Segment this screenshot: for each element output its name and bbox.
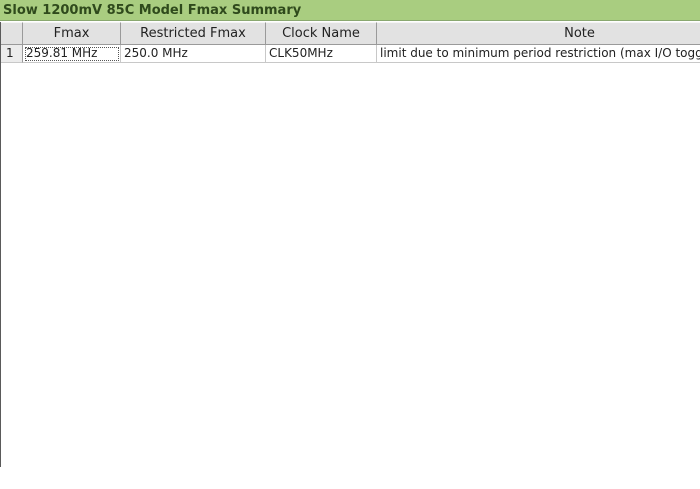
cell-note[interactable]: limit due to minimum period restriction …: [377, 45, 700, 63]
column-header-fmax[interactable]: Fmax: [23, 22, 121, 45]
panel-title: Slow 1200mV 85C Model Fmax Summary: [3, 3, 302, 18]
cell-clock-name[interactable]: CLK50MHz: [266, 45, 377, 63]
bottom-margin: [0, 467, 700, 489]
table-header-row: Fmax Restricted Fmax Clock Name Note: [1, 22, 700, 45]
table-row[interactable]: 1 259.81 MHz 250.0 MHz CLK50MHz limit du…: [1, 45, 700, 63]
fmax-summary-table: Fmax Restricted Fmax Clock Name Note 1 2…: [0, 22, 700, 489]
column-header-note[interactable]: Note: [377, 22, 700, 45]
panel-title-bar: Slow 1200mV 85C Model Fmax Summary: [0, 0, 700, 21]
cell-fmax[interactable]: 259.81 MHz: [23, 45, 121, 63]
column-header-clock-name[interactable]: Clock Name: [266, 22, 377, 45]
row-number: 1: [1, 45, 23, 63]
row-number-header[interactable]: [1, 22, 23, 45]
cell-restricted-fmax[interactable]: 250.0 MHz: [121, 45, 266, 63]
fmax-summary-window: Slow 1200mV 85C Model Fmax Summary Fmax …: [0, 0, 700, 489]
column-header-restricted-fmax[interactable]: Restricted Fmax: [121, 22, 266, 45]
